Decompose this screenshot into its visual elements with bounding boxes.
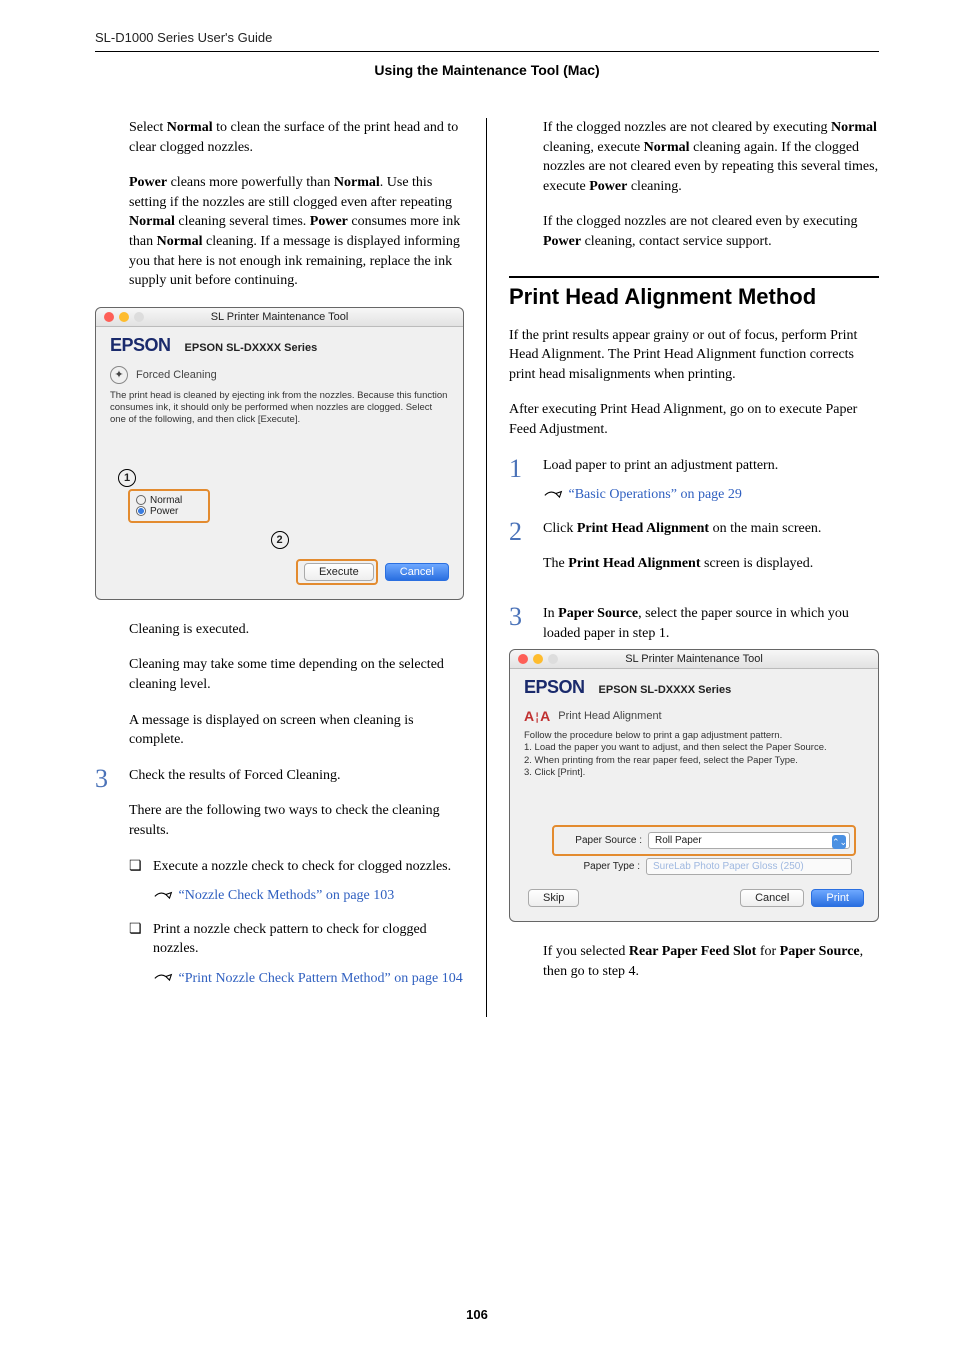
bullet-1: Execute a nozzle check to check for clog… xyxy=(153,857,464,877)
dialog-title: SL Printer Maintenance Tool xyxy=(211,311,349,323)
pha-intro-1: If the print results appear grainy or ou… xyxy=(509,326,879,385)
paper-source-label: Paper Source : xyxy=(558,835,648,846)
dialog-title-bar: SL Printer Maintenance Tool xyxy=(96,308,463,327)
close-icon xyxy=(104,312,114,322)
section-heading: Using the Maintenance Tool (Mac) xyxy=(95,62,879,78)
print-head-alignment-dialog: SL Printer Maintenance Tool EPSON EPSON … xyxy=(509,649,879,922)
callout-2: 2 xyxy=(271,531,289,549)
epson-logo: EPSON xyxy=(110,335,171,356)
dialog-description: Follow the procedure below to print a ga… xyxy=(524,730,864,779)
pointer-icon xyxy=(543,488,565,503)
bullet-icon: ❏ xyxy=(129,857,153,877)
right-column: If the clogged nozzles are not cleared b… xyxy=(487,118,879,1017)
step-3-sub: There are the following two ways to chec… xyxy=(129,801,464,840)
epson-logo: EPSON xyxy=(524,677,585,698)
dialog-title: SL Printer Maintenance Tool xyxy=(625,653,763,665)
traffic-lights xyxy=(518,654,558,664)
print-head-alignment-heading: Print Head Alignment Method xyxy=(509,276,879,310)
skip-button[interactable]: Skip xyxy=(528,889,579,907)
para-msg: A message is displayed on screen when cl… xyxy=(129,711,464,750)
forced-cleaning-dialog: SL Printer Maintenance Tool EPSON EPSON … xyxy=(95,307,464,600)
para-exec: Cleaning is executed. xyxy=(129,620,464,640)
radio-normal-label: Normal xyxy=(150,495,182,506)
step-2-text: Click Print Head Alignment on the main s… xyxy=(543,519,879,539)
forced-cleaning-icon: ✦ xyxy=(110,366,128,384)
traffic-lights xyxy=(104,312,144,322)
tool-name: Forced Cleaning xyxy=(136,369,217,381)
para-normal: Select Normal to clean the surface of th… xyxy=(129,118,464,157)
alignment-icon: A╎A xyxy=(524,708,550,724)
step-3r-number: 3 xyxy=(509,604,543,643)
minimize-icon xyxy=(119,312,129,322)
step-3-number: 3 xyxy=(95,766,129,1003)
para-support: If the clogged nozzles are not cleared e… xyxy=(543,212,879,251)
zoom-icon xyxy=(134,312,144,322)
step-1-number: 1 xyxy=(509,456,543,505)
bullet-2: Print a nozzle check pattern to check fo… xyxy=(153,920,464,959)
print-button[interactable]: Print xyxy=(811,889,864,907)
paper-source-select[interactable]: Roll Paper⌃⌄ xyxy=(648,832,850,849)
cleaning-options: Normal Power xyxy=(128,489,210,523)
bullet-icon: ❏ xyxy=(129,920,153,959)
header-guide-title: SL-D1000 Series User's Guide xyxy=(95,30,879,45)
para-retry: If the clogged nozzles are not cleared b… xyxy=(543,118,879,196)
tool-name: Print Head Alignment xyxy=(558,710,661,722)
header-rule xyxy=(95,51,879,52)
left-column: Select Normal to clean the surface of th… xyxy=(95,118,487,1017)
step-2-result: The Print Head Alignment screen is displ… xyxy=(543,554,879,574)
after-dialog-note: If you selected Rear Paper Feed Slot for… xyxy=(543,942,879,981)
page-number: 106 xyxy=(0,1307,954,1322)
paper-type-select[interactable]: SureLab Photo Paper Gloss (250) xyxy=(646,858,852,875)
execute-button[interactable]: Execute xyxy=(304,563,374,581)
step-2-number: 2 xyxy=(509,519,543,590)
dialog-description: The print head is cleaned by ejecting in… xyxy=(110,390,449,427)
radio-power[interactable] xyxy=(136,506,146,516)
cancel-button[interactable]: Cancel xyxy=(385,563,449,581)
paper-type-label: Paper Type : xyxy=(556,861,646,872)
link-basic-ops[interactable]: “Basic Operations” on page 29 xyxy=(569,487,742,502)
pointer-icon xyxy=(153,889,175,904)
minimize-icon xyxy=(533,654,543,664)
series-label: EPSON SL-DXXXX Series xyxy=(599,684,732,696)
dialog-title-bar: SL Printer Maintenance Tool xyxy=(510,650,878,669)
para-time: Cleaning may take some time depending on… xyxy=(129,655,464,694)
link-nozzle-check[interactable]: “Nozzle Check Methods” on page 103 xyxy=(179,888,395,903)
zoom-icon xyxy=(548,654,558,664)
pointer-icon xyxy=(153,971,175,986)
link-print-pattern[interactable]: “Print Nozzle Check Pattern Method” on p… xyxy=(179,971,463,986)
para-power: Power cleans more powerfully than Normal… xyxy=(129,173,464,291)
step-1-text: Load paper to print an adjustment patter… xyxy=(543,456,879,476)
cancel-button[interactable]: Cancel xyxy=(740,889,804,907)
pha-intro-2: After executing Print Head Alignment, go… xyxy=(509,400,879,439)
series-label: EPSON SL-DXXXX Series xyxy=(185,342,318,354)
step-3r-text: In Paper Source, select the paper source… xyxy=(543,604,879,643)
radio-power-label: Power xyxy=(150,506,178,517)
callout-1: 1 xyxy=(118,469,136,487)
chevron-icon: ⌃⌄ xyxy=(832,835,846,849)
radio-normal[interactable] xyxy=(136,495,146,505)
step-3-text: Check the results of Forced Cleaning. xyxy=(129,766,464,786)
close-icon xyxy=(518,654,528,664)
